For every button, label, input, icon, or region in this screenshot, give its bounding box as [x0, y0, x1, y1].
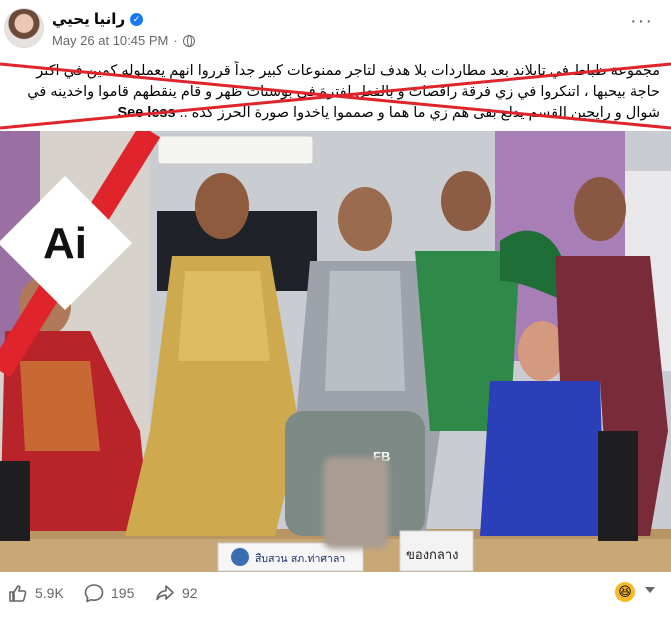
chair-left [0, 461, 30, 541]
nameplate-left-text: สืบสวน สภ.ท่าศาลา [255, 552, 345, 565]
person-gold-dress-head [195, 173, 249, 239]
author-name[interactable]: رانيا يحيي [52, 10, 125, 28]
chevron-down-icon[interactable] [645, 587, 655, 593]
person-red-dress-head [19, 276, 71, 336]
post-caption: مجموعة ظباط في تايلاند بعد مطاردات بلا ه… [14, 61, 660, 127]
like-count: 5.9K [35, 585, 64, 601]
blue-dress [480, 381, 605, 536]
more-options-icon[interactable]: ··· [630, 10, 653, 33]
comment-stat[interactable]: 195 [84, 583, 134, 603]
post-header: رانيا يحيي ✓ May 26 at 10:45 PM · ··· [0, 0, 671, 58]
silver-suit-highlight [325, 271, 405, 391]
air-conditioner [157, 135, 314, 165]
like-stat[interactable]: 5.9K [8, 583, 64, 603]
nameplate-right-text: ของกลาง [406, 548, 459, 563]
verified-badge-icon: ✓ [130, 12, 144, 26]
blurred-face [323, 457, 389, 549]
post-meta: May 26 at 10:45 PM · [52, 33, 195, 48]
laughing-emoji-icon[interactable]: 😆 [615, 582, 635, 602]
police-emblem-icon [231, 548, 249, 566]
meta-separator: · [173, 33, 178, 48]
comment-icon [84, 584, 104, 603]
post-photo[interactable]: FB สืบสวน สภ.ท่าศาลา ของกลาง Ai [0, 131, 671, 572]
person-silver-suit-head [338, 187, 392, 251]
person-maroon-costume-head [574, 177, 626, 241]
like-icon [9, 585, 27, 602]
author-row: رانيا يحيي ✓ [52, 10, 144, 28]
share-count: 92 [182, 585, 198, 601]
see-less-link[interactable]: See less [117, 105, 175, 121]
red-dress-sequins [20, 361, 100, 451]
post-timestamp[interactable]: May 26 at 10:45 PM [52, 33, 168, 48]
share-icon [156, 585, 174, 601]
globe-icon[interactable] [182, 34, 195, 47]
author-avatar[interactable] [4, 8, 44, 48]
gold-dress-bodice [178, 271, 270, 361]
share-stat[interactable]: 92 [155, 583, 198, 603]
comment-count: 195 [111, 585, 135, 601]
chair-right [598, 431, 638, 541]
person-green-costume-head [441, 171, 491, 231]
post-footer: 5.9K 195 92 😆 [0, 572, 671, 621]
